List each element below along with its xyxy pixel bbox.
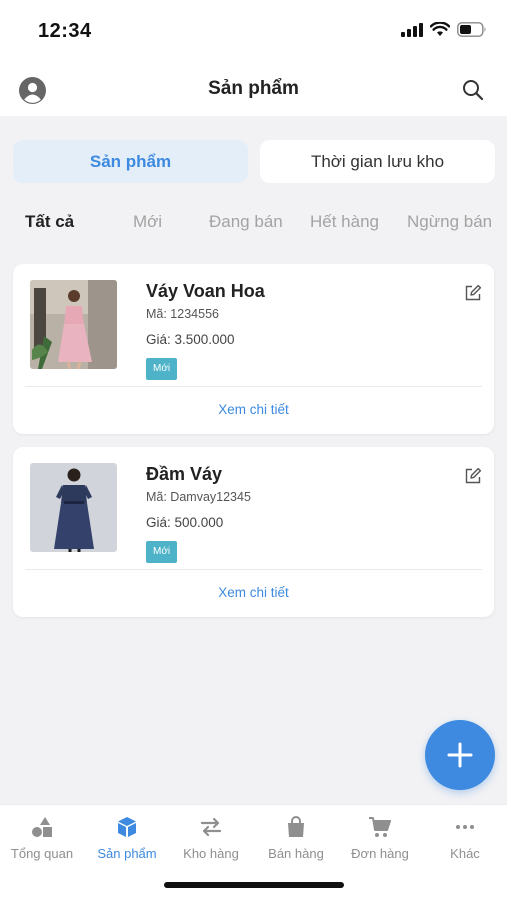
battery-icon [457, 22, 486, 37]
tab-label: Kho hàng [183, 846, 239, 861]
wifi-icon [430, 22, 450, 36]
plus-icon [447, 742, 473, 768]
home-indicator [164, 882, 344, 888]
tab-label: Khác [450, 846, 480, 861]
status-badge: Mới [146, 358, 178, 380]
card-divider [25, 569, 482, 570]
product-card: Đầm Váy Mã: Damvay12345 Giá: 500.000 Mới… [13, 447, 494, 617]
view-detail-link[interactable]: Xem chi tiết [13, 402, 494, 417]
shapes-icon [32, 817, 52, 837]
tab-more[interactable]: Khác [423, 815, 507, 861]
tab-label: Sản phẩm [97, 846, 157, 861]
view-detail-link[interactable]: Xem chi tiết [13, 585, 494, 600]
tab-label: Tổng quan [10, 846, 74, 861]
status-time: 12:34 [38, 20, 92, 42]
tab-warehouse[interactable]: Kho hàng [169, 815, 253, 861]
edit-icon[interactable] [464, 284, 482, 302]
filter-discontinued[interactable]: Ngừng bán [407, 212, 492, 232]
app-header: Sản phẩm [0, 64, 507, 116]
shopping-bag-icon [288, 816, 304, 837]
search-icon[interactable] [461, 78, 485, 102]
segment-label: Thời gian lưu kho [310, 151, 445, 171]
cart-icon [369, 817, 391, 837]
filter-all[interactable]: Tất cả [25, 212, 74, 232]
segment-storage-time[interactable]: Thời gian lưu kho [260, 140, 495, 183]
tab-products[interactable]: Sản phẩm [85, 815, 169, 861]
filter-new[interactable]: Mới [133, 212, 162, 232]
product-code: Mã: Damvay12345 [146, 490, 251, 504]
add-product-button[interactable] [425, 720, 495, 790]
product-price: Giá: 500.000 [146, 515, 224, 530]
status-bar: 12:34 [0, 0, 507, 64]
edit-icon[interactable] [464, 467, 482, 485]
filter-tabs: Tất cả Mới Đang bán Hết hàng Ngừng bán [0, 212, 507, 236]
status-icons [401, 22, 487, 37]
product-name: Đầm Váy [146, 464, 223, 484]
tab-label: Đơn hàng [351, 846, 409, 861]
tab-orders[interactable]: Đơn hàng [338, 815, 422, 861]
transfer-arrows-icon [200, 817, 222, 837]
product-card: Váy Voan Hoa Mã: 1234556 Giá: 3.500.000 … [13, 264, 494, 434]
box-icon [118, 817, 136, 837]
tab-label: Bán hàng [268, 846, 324, 861]
card-divider [25, 386, 482, 387]
signal-icon [401, 22, 423, 37]
product-price: Giá: 3.500.000 [146, 332, 235, 347]
product-image[interactable] [30, 463, 117, 552]
segment-label: Sản phẩm [89, 151, 172, 171]
product-name: Váy Voan Hoa [146, 281, 265, 301]
product-code: Mã: 1234556 [146, 307, 219, 321]
more-dots-icon [456, 825, 474, 829]
tab-sales[interactable]: Bán hàng [254, 815, 338, 861]
segment-products[interactable]: Sản phẩm [13, 140, 248, 183]
status-badge: Mới [146, 541, 178, 563]
filter-out-of-stock[interactable]: Hết hàng [310, 212, 379, 232]
filter-selling[interactable]: Đang bán [209, 212, 283, 232]
page-title: Sản phẩm [208, 78, 299, 99]
product-image[interactable] [30, 280, 117, 369]
tab-overview[interactable]: Tổng quan [0, 815, 84, 861]
